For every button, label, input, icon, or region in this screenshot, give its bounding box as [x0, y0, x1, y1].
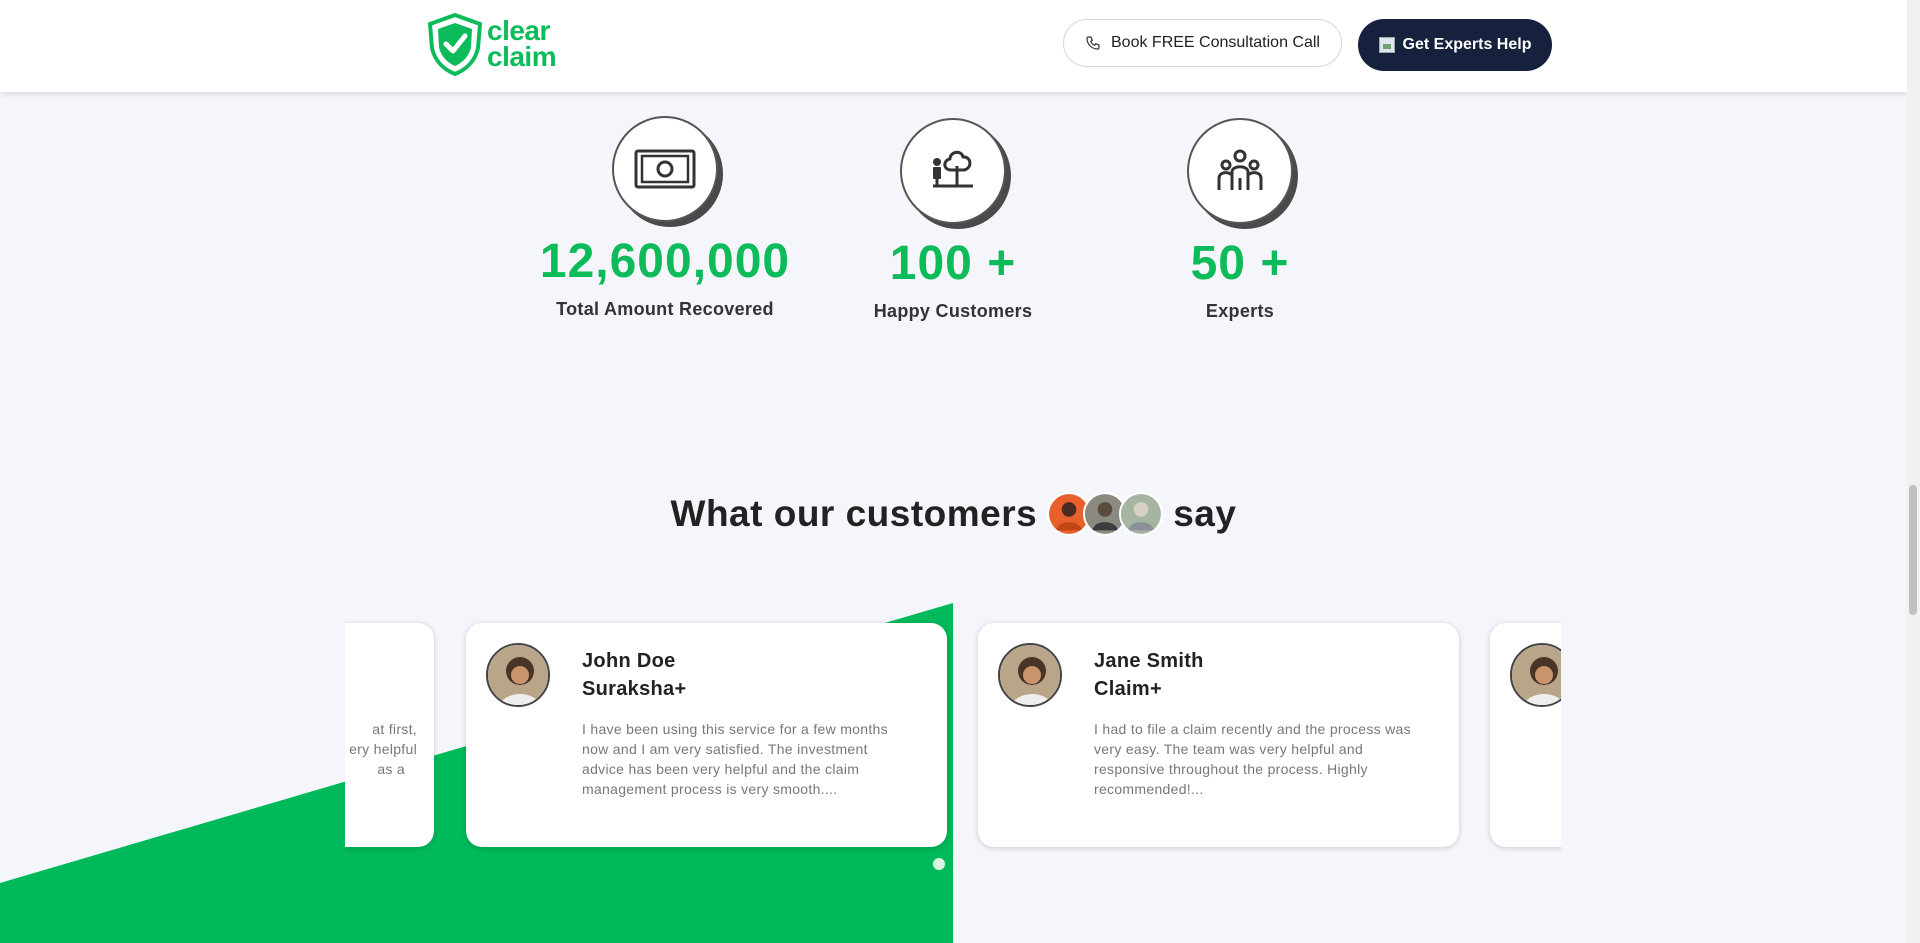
book-consultation-button[interactable]: Book FREE Consultation Call: [1063, 19, 1342, 67]
logo-text-claim: claim: [487, 41, 557, 72]
testimonials-title-start: What our customers: [670, 493, 1038, 534]
testimonials-carousel[interactable]: at first, ery helpful as a John Doe Sura…: [345, 620, 1561, 860]
testimonial-card: Jane Smith Claim+ I had to file a claim …: [978, 623, 1459, 847]
clear-claim-logo[interactable]: clear claim: [425, 12, 557, 76]
stat-total-recovered: 12,600,000 Total Amount Recovered: [515, 116, 815, 320]
testimonial-text-line: as a: [377, 761, 405, 777]
stat-label: Happy Customers: [873, 301, 1033, 321]
testimonial-card-partial: [1490, 623, 1561, 847]
testimonial-customer-name: John Doe: [582, 650, 676, 672]
broken-image-icon: [1378, 37, 1395, 53]
testimonial-avatar: [486, 643, 550, 707]
testimonials-title-end: say: [1173, 493, 1237, 534]
testimonial-card: John Doe Suraksha+ I have been using thi…: [466, 623, 947, 847]
customer-avatars: [1047, 492, 1164, 536]
stat-value: 50 +: [1190, 237, 1290, 290]
person-tree-icon: [933, 150, 973, 188]
cash-icon: [634, 149, 696, 189]
testimonial-text-line: at first,: [372, 721, 417, 737]
testimonial-name: John Doe Suraksha+: [582, 647, 686, 703]
testimonials-title: What our customers say: [0, 492, 1907, 536]
testimonial-plan: Suraksha+: [582, 678, 687, 700]
testimonial-customer-name: Jane Smith: [1094, 650, 1204, 672]
stat-icon-circle: [612, 116, 718, 222]
testimonial-name: Jane Smith Claim+: [1094, 647, 1204, 703]
stat-happy-customers: 100 + Happy Customers: [803, 118, 1103, 322]
stat-value: 12,600,000: [539, 235, 791, 288]
testimonial-card-partial: at first, ery helpful as a: [345, 623, 434, 847]
group-icon: [1217, 149, 1263, 190]
testimonial-plan: Claim+: [1094, 678, 1162, 700]
book-consultation-label: Book FREE Consultation Call: [1111, 34, 1320, 51]
site-header: clear claim Book FREE Consultation Call …: [0, 0, 1907, 92]
scrollbar-thumb[interactable]: [1909, 485, 1917, 615]
stat-experts: 50 + Experts: [1090, 118, 1390, 322]
testimonial-text: at first, ery helpful as a: [345, 719, 417, 779]
customer-avatar: [1119, 492, 1164, 536]
scrollbar-track[interactable]: [1907, 0, 1920, 943]
get-experts-help-button[interactable]: Get Experts Help: [1358, 19, 1552, 71]
phone-icon: [1086, 36, 1100, 50]
stat-label: Total Amount Recovered: [556, 299, 774, 319]
testimonial-text: I had to file a claim recently and the p…: [1094, 721, 1411, 797]
stat-label: Experts: [1205, 301, 1275, 321]
testimonial-avatar: [998, 643, 1062, 707]
shield-check-icon: [427, 12, 483, 76]
stat-icon-circle: [1187, 118, 1293, 224]
stat-value: 100 +: [889, 237, 1017, 290]
testimonial-text: I have been using this service for a few…: [582, 721, 888, 797]
testimonial-avatar: [1510, 643, 1561, 707]
get-experts-help-label: Get Experts Help: [1402, 36, 1532, 53]
testimonial-text-line: ery helpful: [349, 741, 417, 757]
stat-icon-circle: [900, 118, 1006, 224]
carousel-dot[interactable]: [933, 858, 945, 870]
